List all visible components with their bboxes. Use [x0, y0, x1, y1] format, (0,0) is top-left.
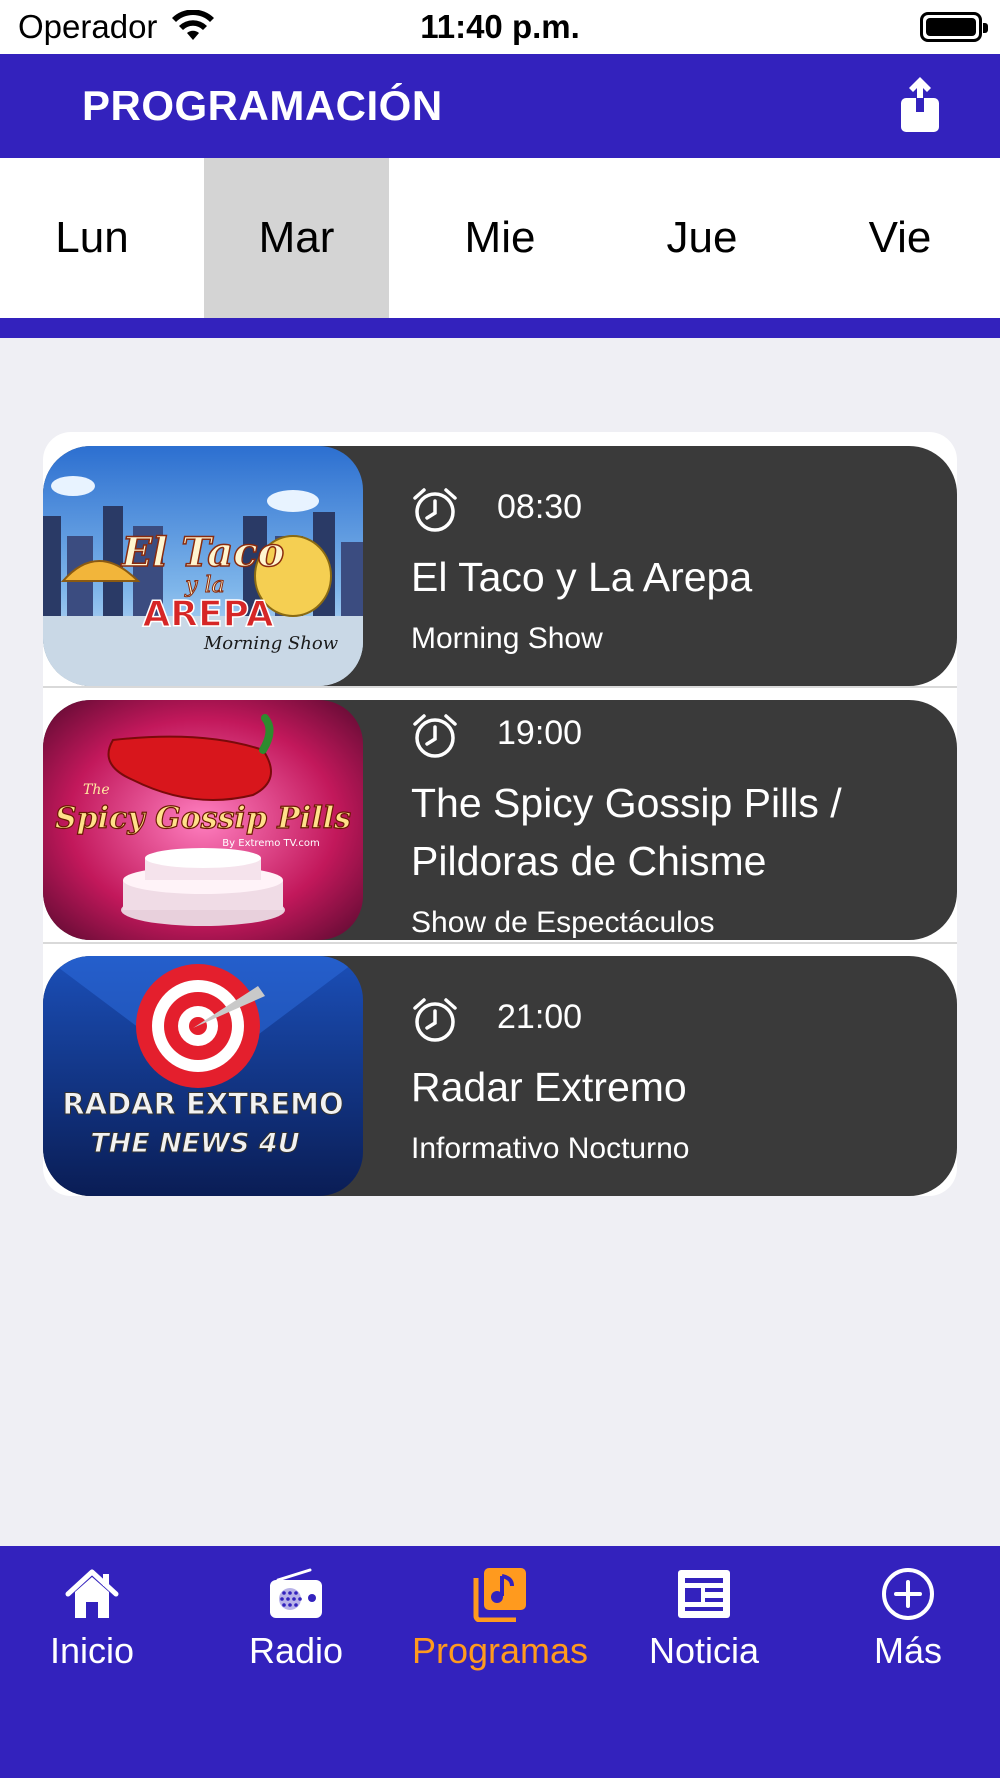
day-label: Lun: [55, 213, 129, 262]
plus-circle-icon: [882, 1568, 934, 1620]
program-time: 21:00: [497, 998, 583, 1036]
thumb-text: THE NEWS 4U: [90, 1128, 299, 1159]
tab-day-mar[interactable]: Mar: [204, 158, 389, 318]
alarm-clock-icon: [413, 488, 457, 532]
program-thumbnail: El Taco y la AREPA Morning Show: [43, 446, 363, 686]
thumb-text: The: [83, 782, 110, 798]
program-time: 19:00: [497, 714, 583, 752]
tab-label: Inicio: [49, 1630, 135, 1671]
status-time: 11:40 p.m.: [420, 8, 580, 45]
thumb-text: By Extremo TV.com: [222, 838, 319, 849]
thumb-text: El Taco: [121, 529, 285, 576]
tab-day-jue[interactable]: Jue: [612, 158, 792, 318]
tab-programas[interactable]: Programas: [400, 1546, 600, 1676]
share-icon[interactable]: [898, 76, 942, 136]
program-subtitle: Show de Espectáculos: [411, 906, 715, 939]
tab-underline: [0, 318, 1000, 338]
day-label: Mar: [258, 213, 335, 262]
tab-day-mie[interactable]: Mie: [410, 158, 590, 318]
tab-noticia[interactable]: Noticia: [604, 1546, 804, 1676]
day-label: Mie: [464, 213, 536, 262]
thumb-text: Spicy Gossip Pills: [55, 801, 351, 836]
day-label: Vie: [868, 213, 932, 262]
thumb-text: RADAR EXTREMO: [62, 1087, 343, 1121]
divider: [43, 686, 957, 688]
program-title: Radar Extremo: [411, 1064, 687, 1110]
tab-label: Radio: [248, 1630, 344, 1671]
nav-bar: PROGRAMACIÓN: [0, 54, 1000, 158]
program-thumbnail: The Spicy Gossip Pills By Extremo TV.com: [43, 700, 363, 940]
newspaper-icon: [678, 1570, 730, 1618]
tab-mas[interactable]: Más: [808, 1546, 1000, 1676]
tab-day-vie[interactable]: Vie: [810, 158, 990, 318]
battery-icon: [920, 12, 988, 42]
bottom-tab-bar: Inicio Radio Programas Noticia Más: [0, 1546, 1000, 1778]
thumb-text: AREPA: [142, 594, 273, 635]
program-subtitle: Morning Show: [411, 622, 603, 655]
tab-label: Programas: [411, 1630, 589, 1671]
radio-icon: [270, 1568, 322, 1618]
alarm-clock-icon: [413, 714, 457, 758]
program-time: 08:30: [497, 488, 583, 526]
divider: [43, 942, 957, 944]
program-thumbnail: RADAR EXTREMO THE NEWS 4U: [43, 956, 363, 1196]
home-icon: [65, 1569, 119, 1618]
day-label: Jue: [666, 213, 738, 262]
tab-day-lun[interactable]: Lun: [0, 158, 184, 318]
program-item-taco-arepa[interactable]: El Taco y la AREPA Morning Show 08:30 El…: [43, 446, 957, 686]
tab-label: Noticia: [648, 1630, 760, 1671]
day-selector: Lun Mar Mie Jue Vie: [0, 158, 1000, 318]
program-title: The Spicy Gossip Pills / Pildoras de Chi…: [411, 780, 842, 884]
tab-label: Más: [873, 1630, 942, 1671]
program-subtitle: Informativo Nocturno: [411, 1132, 690, 1165]
program-title: El Taco y La Arepa: [411, 554, 753, 600]
program-item-radar-extremo[interactable]: RADAR EXTREMO THE NEWS 4U 21:00 Radar Ex…: [43, 956, 957, 1196]
music-note-icon: [473, 1568, 526, 1622]
page-title: PROGRAMACIÓN: [82, 82, 443, 129]
thumb-text: Morning Show: [203, 633, 339, 654]
tab-inicio[interactable]: Inicio: [0, 1546, 192, 1676]
program-item-spicy-gossip[interactable]: The Spicy Gossip Pills By Extremo TV.com…: [43, 700, 957, 940]
status-bar: Operador 11:40 p.m.: [0, 0, 1000, 54]
tab-radio[interactable]: Radio: [196, 1546, 396, 1676]
alarm-clock-icon: [413, 998, 457, 1042]
